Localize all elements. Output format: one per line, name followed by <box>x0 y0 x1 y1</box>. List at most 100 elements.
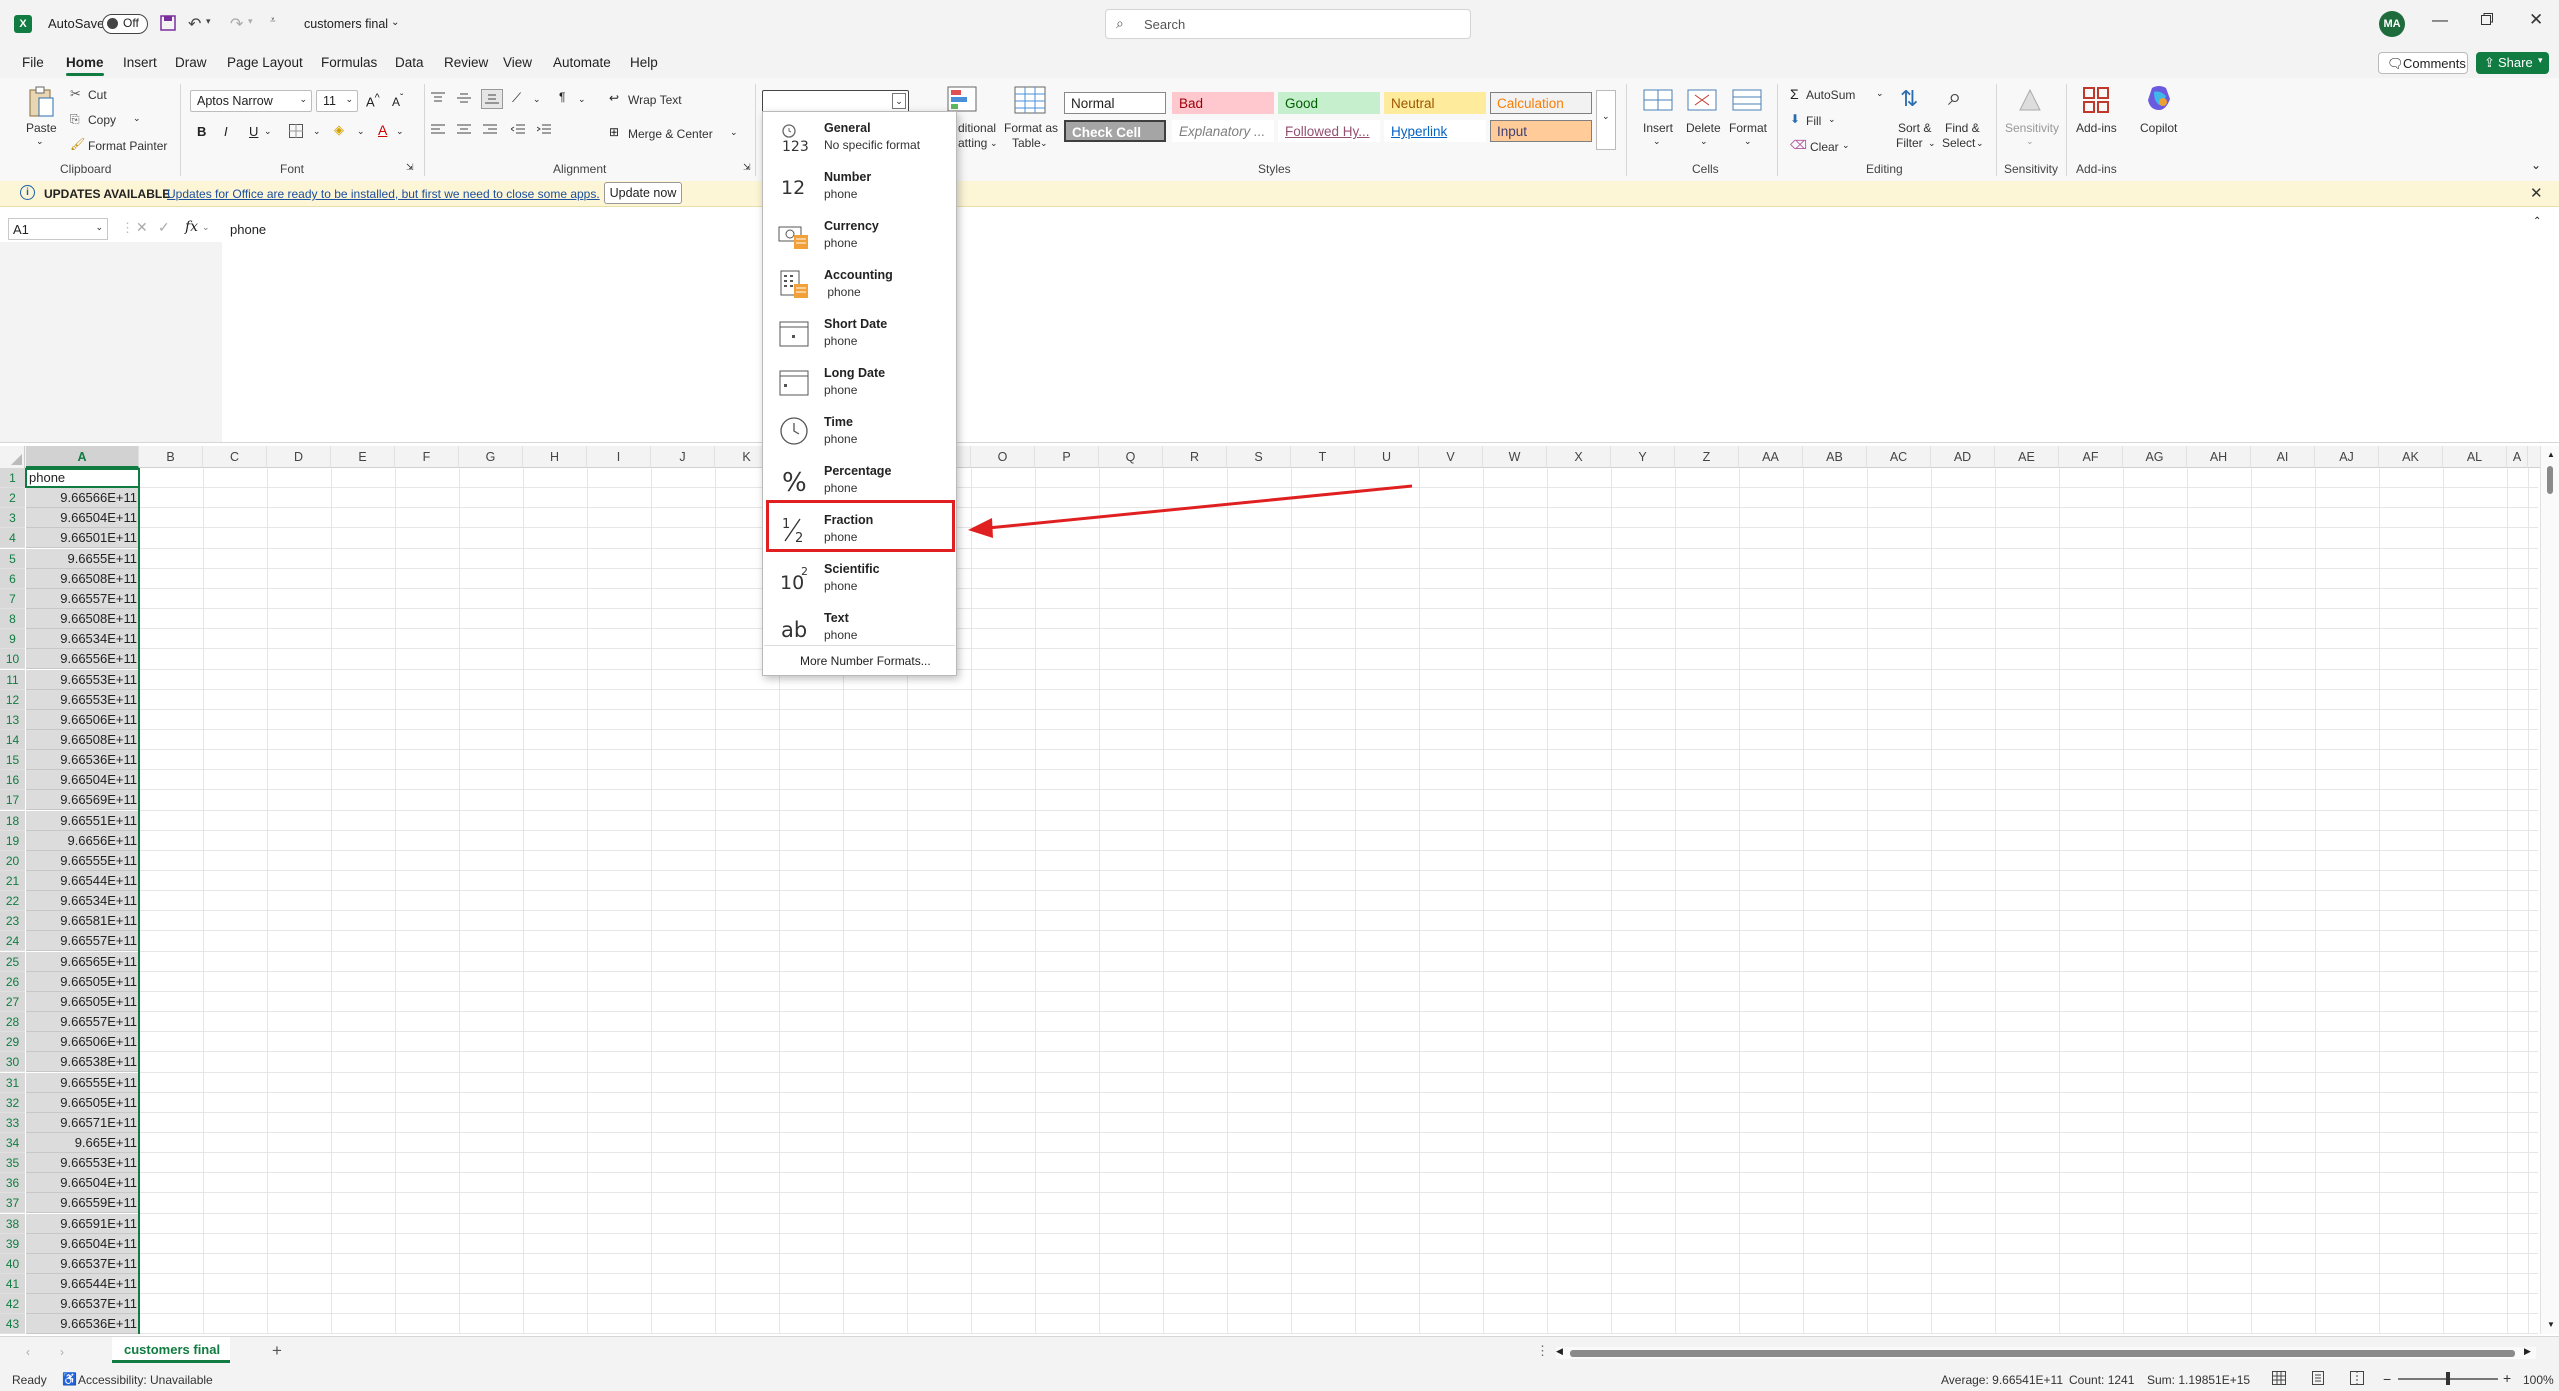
row-header[interactable]: 10 <box>0 649 25 670</box>
column-header[interactable]: AL <box>2443 446 2507 468</box>
row-header[interactable]: 42 <box>0 1294 25 1315</box>
chevron-down-icon[interactable]: ⌄ <box>1040 138 1048 149</box>
scroll-up-icon[interactable]: ▲ <box>2547 450 2555 459</box>
row-header[interactable]: 16 <box>0 770 25 791</box>
tab-formulas[interactable]: Formulas <box>321 55 377 70</box>
comments-button[interactable]: 🗨 Comments <box>2378 52 2468 74</box>
update-message-link[interactable]: Updates for Office are ready to be insta… <box>167 187 600 201</box>
empty-cells-grid[interactable] <box>140 468 2538 1335</box>
table-cell[interactable]: 9.66555E+11 <box>26 850 139 871</box>
row-header[interactable]: 37 <box>0 1193 25 1214</box>
chevron-down-icon[interactable]: ⌄ <box>313 126 321 137</box>
table-cell[interactable]: 9.66538E+11 <box>26 1052 139 1073</box>
style-hyperlink[interactable]: Hyperlink <box>1384 120 1486 142</box>
minimize-icon[interactable]: — <box>2432 12 2448 30</box>
zoom-slider-thumb[interactable] <box>2446 1372 2450 1385</box>
cancel-entry-icon[interactable]: ✕ <box>136 219 148 236</box>
table-cell[interactable]: 9.66501E+11 <box>26 528 139 549</box>
vertical-scroll-thumb[interactable] <box>2547 466 2553 494</box>
undo-icon[interactable]: ↶ <box>188 14 201 34</box>
style-explanatory[interactable]: Explanatory ... <box>1172 120 1274 142</box>
align-center-icon[interactable] <box>457 124 471 136</box>
tab-draw[interactable]: Draw <box>175 55 207 70</box>
column-header[interactable]: J <box>651 446 715 468</box>
chevron-down-icon[interactable]: ⌄ <box>202 222 210 233</box>
table-cell[interactable]: 9.66508E+11 <box>26 568 139 589</box>
table-cell[interactable]: 9.66505E+11 <box>26 971 139 992</box>
column-header[interactable]: V <box>1419 446 1483 468</box>
scroll-down-icon[interactable]: ▼ <box>2547 1320 2555 1329</box>
row-header[interactable]: 32 <box>0 1092 25 1113</box>
font-size-combo[interactable]: 11 ⌄ <box>316 90 358 112</box>
column-header[interactable]: S <box>1227 446 1291 468</box>
row-header[interactable]: 31 <box>0 1072 25 1093</box>
page-break-view-icon[interactable] <box>2350 1371 2364 1385</box>
table-cell[interactable]: 9.6656E+11 <box>26 830 139 851</box>
style-calculation[interactable]: Calculation <box>1490 92 1592 114</box>
share-button[interactable]: ⇪ Share ▾ <box>2476 52 2549 74</box>
status-sum[interactable]: Sum: 1.19851E+15 <box>2147 1373 2250 1387</box>
table-cell[interactable]: 9.66506E+11 <box>26 1032 139 1053</box>
align-right-icon[interactable] <box>483 124 497 136</box>
style-neutral[interactable]: Neutral <box>1384 92 1486 114</box>
sensitivity-button[interactable]: Sensitivity <box>2005 121 2059 135</box>
insert-cells-button[interactable]: Insert <box>1643 121 1673 135</box>
copy-chevron-icon[interactable]: ⌄ <box>133 113 141 124</box>
table-cell[interactable]: 9.66553E+11 <box>26 669 139 690</box>
conditional-formatting-button[interactable]: ditional <box>958 121 996 135</box>
restore-icon[interactable] <box>2481 13 2493 25</box>
collapse-ribbon-icon[interactable]: ⌄ <box>2531 158 2541 172</box>
column-header[interactable]: AI <box>2251 446 2315 468</box>
increase-indent-icon[interactable] <box>537 124 551 136</box>
column-header[interactable]: AB <box>1803 446 1867 468</box>
row-header[interactable]: 26 <box>0 971 25 992</box>
format-painter-button[interactable]: Format Painter <box>88 139 167 153</box>
row-header[interactable]: 7 <box>0 588 25 609</box>
column-header[interactable]: A <box>26 446 139 468</box>
row-header[interactable]: 43 <box>0 1314 25 1335</box>
column-header[interactable]: D <box>267 446 331 468</box>
style-input[interactable]: Input <box>1490 120 1592 142</box>
dialog-launcher-icon[interactable]: ⇲ <box>743 162 751 173</box>
update-now-button[interactable]: Update now <box>604 182 682 204</box>
chevron-down-icon[interactable]: ⌄ <box>990 138 998 149</box>
column-header[interactable]: Q <box>1099 446 1163 468</box>
horizontal-scroll-thumb[interactable] <box>1570 1350 2515 1357</box>
row-header[interactable]: 3 <box>0 508 25 529</box>
scroll-right-icon[interactable]: ▶ <box>2524 1346 2531 1357</box>
normal-view-icon[interactable] <box>2272 1371 2286 1385</box>
row-header[interactable]: 2 <box>0 488 25 509</box>
select-all-corner[interactable] <box>0 446 25 468</box>
font-name-combo[interactable]: Aptos Narrow ⌄ <box>190 90 312 112</box>
number-format-long-date[interactable]: Long Date phone <box>764 360 955 407</box>
align-bottom-icon[interactable] <box>481 89 503 109</box>
row-header[interactable]: 17 <box>0 790 25 811</box>
horizontal-scrollbar[interactable]: ◀ ▶ <box>1556 1346 2536 1359</box>
chevron-down-icon[interactable]: ⌄ <box>892 93 906 109</box>
close-update-bar-icon[interactable]: ✕ <box>2530 184 2543 202</box>
row-header[interactable]: 14 <box>0 729 25 750</box>
insert-function-icon[interactable]: fx <box>185 219 198 235</box>
chevron-down-icon[interactable]: ⌄ <box>730 127 738 138</box>
orientation-icon[interactable]: ⟋ <box>512 90 521 106</box>
column-header[interactable]: C <box>203 446 267 468</box>
row-header[interactable]: 34 <box>0 1132 25 1153</box>
style-good[interactable]: Good <box>1278 92 1380 114</box>
format-cells-icon[interactable] <box>1732 87 1762 113</box>
column-header[interactable]: E <box>331 446 395 468</box>
increase-font-icon[interactable]: A^ <box>366 92 380 109</box>
table-cell[interactable]: 9.66504E+11 <box>26 1233 139 1254</box>
row-header[interactable]: 9 <box>0 629 25 650</box>
table-cell[interactable]: 9.66553E+11 <box>26 689 139 710</box>
borders-icon[interactable] <box>289 124 303 138</box>
zoom-in-icon[interactable]: + <box>2503 1370 2511 1386</box>
table-cell[interactable]: 9.665E+11 <box>26 1132 139 1153</box>
paste-icon[interactable] <box>26 86 56 120</box>
status-count[interactable]: Count: 1241 <box>2069 1373 2134 1387</box>
row-header[interactable]: 6 <box>0 568 25 589</box>
style-normal[interactable]: Normal <box>1064 92 1166 114</box>
tab-view[interactable]: View <box>503 55 532 70</box>
redo-icon[interactable]: ↷ <box>230 14 243 34</box>
table-cell[interactable]: 9.66537E+11 <box>26 1294 139 1315</box>
decrease-font-icon[interactable]: Aˇ <box>392 93 403 109</box>
